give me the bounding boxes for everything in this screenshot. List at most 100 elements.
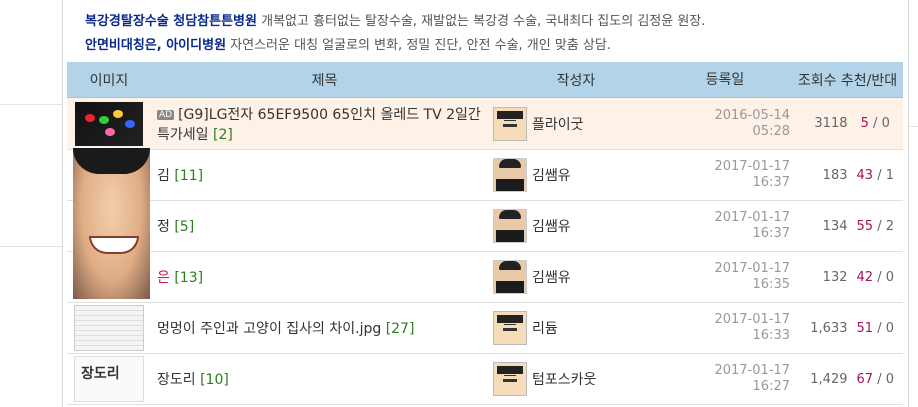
vote-cell: 42 / 0 — [847, 251, 903, 303]
author-cell: 김쌤유 — [493, 200, 659, 252]
date-cell: 2017-01-17 16:37 — [659, 200, 792, 252]
vote-cell: 55 / 2 — [847, 200, 903, 252]
sponsored-link-desc: 개복없고 흉터없는 탈장수술, 재발없는 복강경 수술, 국내최다 집도의 김정… — [261, 14, 706, 29]
comment-count[interactable]: [2] — [213, 127, 233, 143]
author-cell: 플라이굿 — [493, 97, 659, 150]
post-board-table: 이미지 제목 작성자 등록일 조회수 추천/반대 AD [G9]LG전자 65EF… — [67, 62, 903, 405]
view-count: 3118 — [792, 97, 848, 150]
view-count: 183 — [792, 149, 848, 201]
downvote-count: 0 — [885, 371, 894, 387]
title-cell: 정 [5] — [151, 200, 493, 252]
title-cell: 멍멍이 주인과 고양이 집사의 차이.jpg [27] — [151, 302, 493, 354]
post-thumbnail[interactable] — [75, 101, 143, 146]
downvote-count: 0 — [885, 320, 894, 336]
comment-count[interactable]: [27] — [386, 321, 415, 337]
author-name[interactable]: 김쌤유 — [532, 267, 571, 287]
downvote-count: 1 — [885, 167, 894, 183]
author-cell: 텀포스카웃 — [493, 353, 659, 405]
title-cell: 은 [13] — [151, 251, 493, 303]
vote-cell: 43 / 1 — [847, 149, 903, 201]
table-header-row: 이미지 제목 작성자 등록일 조회수 추천/반대 — [67, 62, 903, 98]
view-count: 132 — [792, 251, 848, 303]
comment-count[interactable]: [10] — [200, 372, 229, 388]
post-title-link[interactable]: 김 — [157, 168, 170, 184]
col-header-views-votes: 조회수 추천/반대 — [792, 62, 903, 98]
author-name[interactable]: 리듐 — [532, 318, 558, 338]
table-row-ad[interactable]: AD [G9]LG전자 65EF9500 65인치 올레드 TV 2일간 특가세일… — [67, 97, 903, 150]
comment-count[interactable]: [13] — [174, 270, 203, 286]
author-avatar — [493, 158, 527, 192]
post-date: 2017-01-17 — [714, 261, 790, 276]
date-cell: 2017-01-17 16:33 — [659, 302, 792, 354]
title-cell: 김 [11] — [151, 149, 493, 201]
post-date: 2017-01-17 — [714, 159, 790, 174]
col-header-image: 이미지 — [67, 62, 151, 98]
sponsored-link-title[interactable]: 안면비대칭은, 아이디병원 — [85, 38, 226, 53]
right-divider — [907, 126, 918, 127]
view-count: 1,633 — [792, 302, 848, 354]
thumbnail-cell — [67, 302, 151, 354]
post-title-link[interactable]: 멍멍이 주인과 고양이 집사의 차이.jpg — [157, 321, 381, 337]
post-time: 16:33 — [752, 328, 790, 343]
left-divider — [0, 104, 62, 105]
post-thumbnail[interactable]: 장도리 — [74, 356, 144, 402]
view-count: 134 — [792, 200, 848, 252]
post-time: 16:37 — [752, 175, 790, 190]
table-row[interactable]: 정 [5] 김쌤유 2017-01-17 16:37 134 55 / 2 — [67, 200, 903, 252]
post-date: 2017-01-17 — [714, 210, 790, 225]
table-row[interactable]: 김 [11] 김쌤유 2017-01-17 16:37 183 43 / 1 — [67, 149, 903, 201]
sponsored-link-desc: 자연스러운 대칭 얼굴로의 변화, 정밀 진단, 안전 수술, 개인 맞춤 상담… — [230, 38, 611, 53]
downvote-count: 0 — [881, 116, 890, 131]
author-cell: 김쌤유 — [493, 251, 659, 303]
left-divider-2 — [0, 246, 62, 247]
col-header-title: 제목 — [151, 62, 493, 98]
post-thumbnail-large[interactable] — [73, 148, 150, 299]
author-avatar — [493, 362, 527, 396]
table-row[interactable]: 은 [13] 김쌤유 2017-01-17 16:35 132 42 / 0 — [67, 251, 903, 303]
post-title-link[interactable]: 장도리 — [157, 372, 196, 388]
table-row[interactable]: 멍멍이 주인과 고양이 집사의 차이.jpg [27] 리듐 2017-01-1… — [67, 302, 903, 354]
author-name[interactable]: 플라이굿 — [532, 114, 584, 134]
post-title-link[interactable]: 정 — [157, 219, 170, 235]
upvote-count: 51 — [856, 320, 874, 336]
upvote-count: 55 — [856, 218, 874, 234]
view-count: 1,429 — [792, 353, 848, 405]
thumbnail-cell: 장도리 — [67, 353, 151, 405]
date-cell: 2017-01-17 16:27 — [659, 353, 792, 405]
date-cell: 2016-05-14 05:28 — [659, 97, 792, 150]
thumbnail-cell — [67, 97, 151, 150]
post-title-link[interactable]: [G9]LG전자 65EF9500 65인치 올레드 TV 2일간 특가세일 — [157, 107, 481, 143]
post-time: 16:35 — [752, 277, 790, 292]
vote-cell: 67 / 0 — [847, 353, 903, 405]
sponsored-link[interactable]: 안면비대칭은, 아이디병원 자연스러운 대칭 얼굴로의 변화, 정밀 진단, 안… — [85, 35, 611, 57]
post-title-link[interactable]: 은 — [157, 270, 170, 286]
comment-count[interactable]: [11] — [174, 168, 203, 184]
upvote-count: 43 — [856, 167, 874, 183]
downvote-count: 2 — [885, 218, 894, 234]
post-time: 16:37 — [752, 226, 790, 241]
author-name[interactable]: 김쌤유 — [532, 216, 571, 236]
post-thumbnail[interactable] — [74, 305, 144, 351]
col-header-date: 등록일 — [659, 62, 792, 98]
col-header-author: 작성자 — [493, 62, 659, 98]
post-time: 05:28 — [752, 123, 790, 139]
date-cell: 2017-01-17 16:35 — [659, 251, 792, 303]
sponsored-link[interactable]: 복강경탈장수술 청담참튼튼병원 개복없고 흉터없는 탈장수술, 재발없는 복강경… — [85, 11, 705, 33]
upvote-count: 42 — [856, 269, 874, 285]
table-row[interactable]: 장도리 장도리 [10] 텀포스카웃 2017-01-17 16:27 1,429… — [67, 353, 903, 405]
upvote-count: 5 — [860, 116, 869, 131]
author-avatar — [493, 260, 527, 294]
post-date: 2017-01-17 — [714, 312, 790, 327]
sponsored-link-title[interactable]: 복강경탈장수술 청담참튼튼병원 — [85, 14, 257, 29]
author-name[interactable]: 김쌤유 — [532, 165, 571, 185]
author-name[interactable]: 텀포스카웃 — [532, 369, 596, 389]
author-cell: 리듐 — [493, 302, 659, 354]
author-cell: 김쌤유 — [493, 149, 659, 201]
vote-cell: 51 / 0 — [847, 302, 903, 354]
downvote-count: 0 — [885, 269, 894, 285]
post-date: 2016-05-14 — [714, 107, 790, 123]
comment-count[interactable]: [5] — [174, 219, 194, 235]
post-time: 16:27 — [752, 379, 790, 394]
date-cell: 2017-01-17 16:37 — [659, 149, 792, 201]
author-avatar — [493, 106, 527, 141]
